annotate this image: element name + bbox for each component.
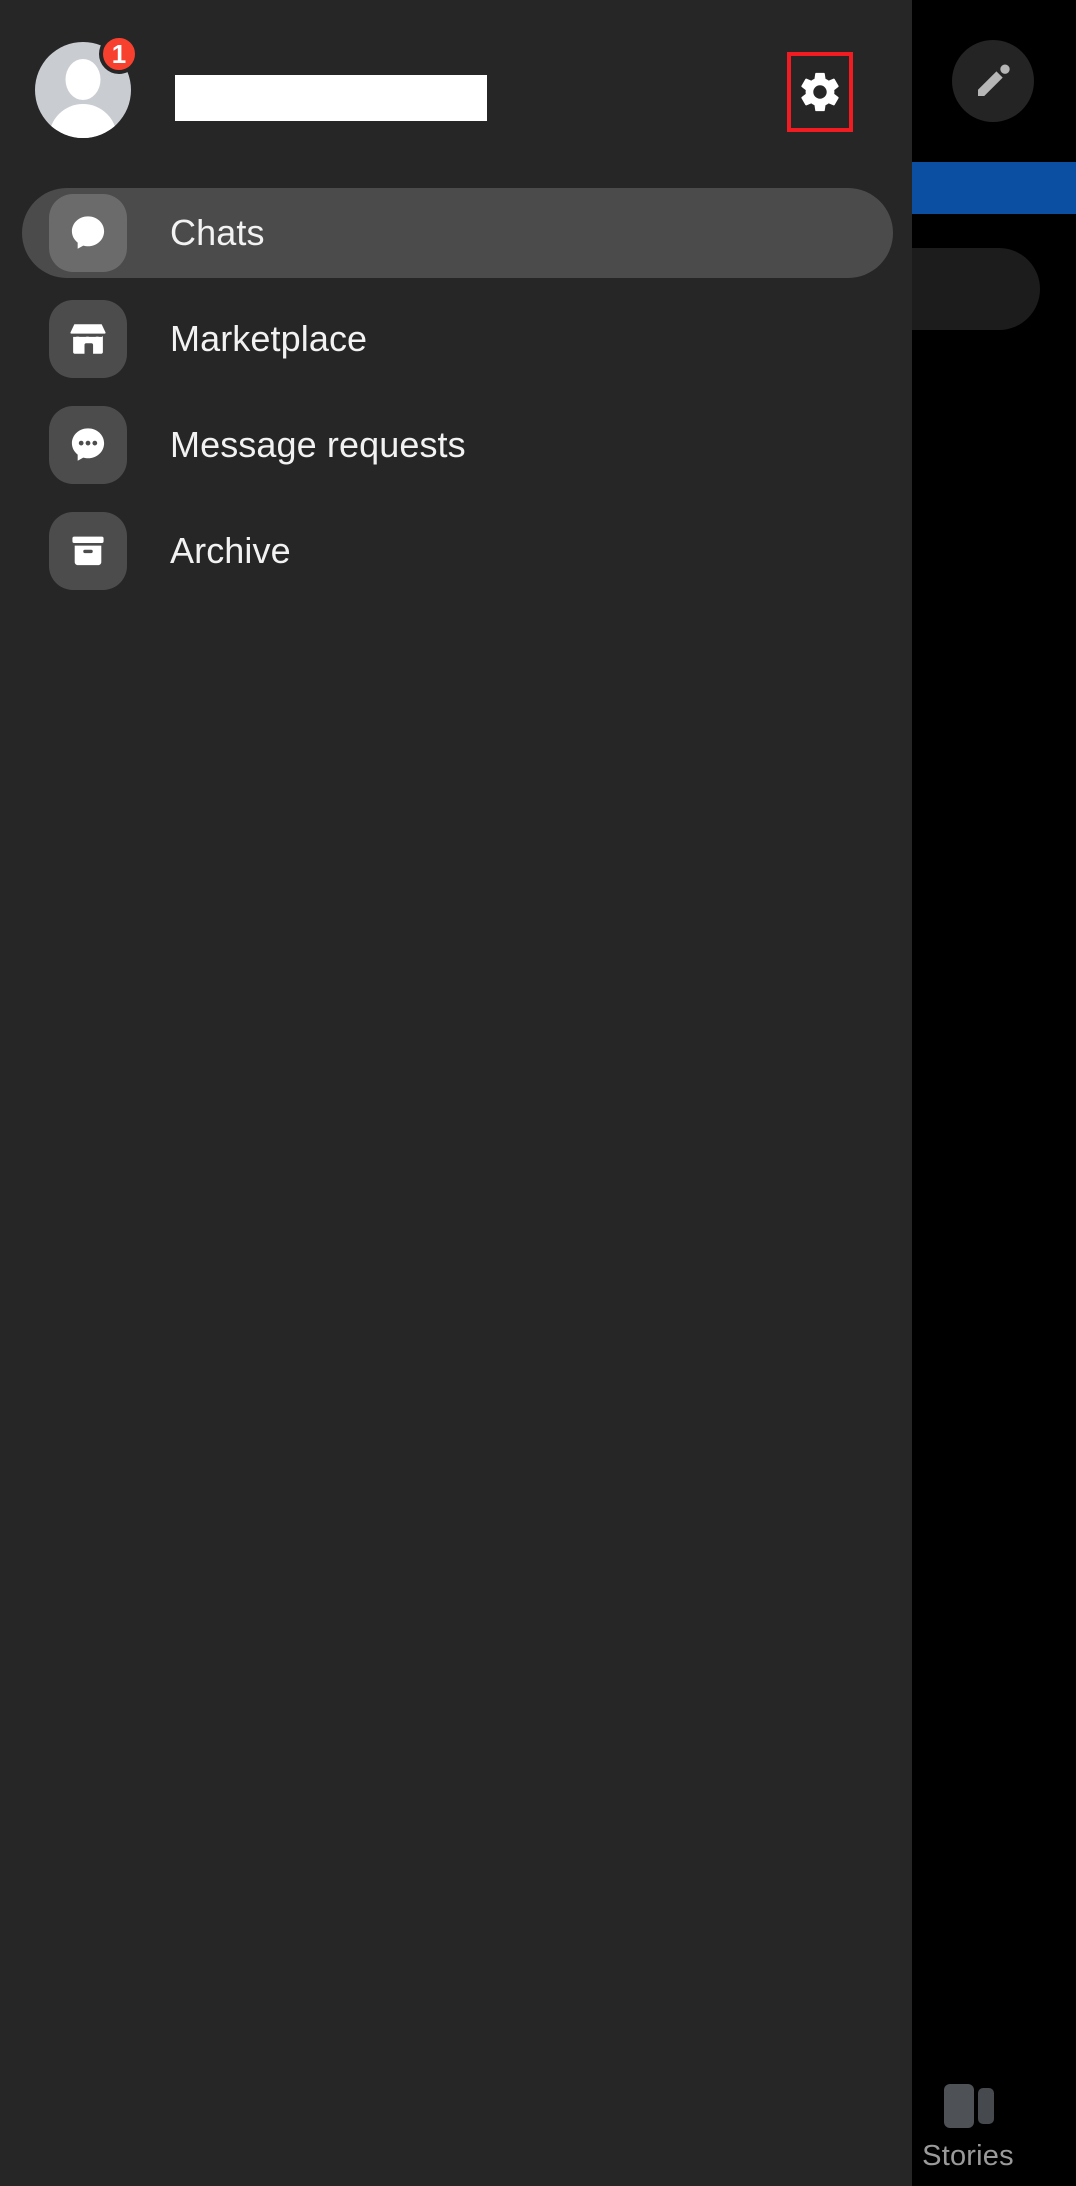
tab-stories-label: Stories bbox=[922, 2140, 1014, 2172]
profile-name-field[interactable] bbox=[175, 75, 487, 121]
notification-badge: 1 bbox=[99, 34, 139, 74]
gear-icon bbox=[797, 69, 843, 115]
pencil-icon bbox=[973, 61, 1013, 101]
storefront-icon bbox=[49, 300, 127, 378]
avatar[interactable]: 1 bbox=[35, 34, 139, 138]
sidebar-item-marketplace[interactable]: Marketplace bbox=[22, 294, 893, 384]
sidebar-item-message-requests[interactable]: Message requests bbox=[22, 400, 893, 490]
settings-button[interactable] bbox=[787, 52, 853, 132]
stories-icon bbox=[944, 2084, 1000, 2128]
sidebar-item-label: Marketplace bbox=[170, 318, 368, 359]
tab-stories[interactable]: Stories bbox=[912, 2078, 1076, 2186]
sidebar-item-label: Message requests bbox=[170, 424, 466, 465]
sidebar-item-archive[interactable]: Archive bbox=[22, 506, 893, 596]
drawer-header: 1 bbox=[0, 0, 912, 168]
drawer-nav-list: Chats Marketplace Message requests Archi… bbox=[0, 188, 912, 612]
sidebar-item-label: Chats bbox=[170, 212, 265, 253]
chat-bubble-icon bbox=[49, 194, 127, 272]
archive-box-icon bbox=[49, 512, 127, 590]
compose-button[interactable] bbox=[952, 40, 1034, 122]
sidebar-item-chats[interactable]: Chats bbox=[22, 188, 893, 278]
navigation-drawer: 1 Chats Marketplace Message requests Arc… bbox=[0, 0, 912, 2186]
sidebar-item-label: Archive bbox=[170, 530, 291, 571]
promo-banner bbox=[912, 162, 1076, 214]
chat-bubble-dots-icon bbox=[49, 406, 127, 484]
